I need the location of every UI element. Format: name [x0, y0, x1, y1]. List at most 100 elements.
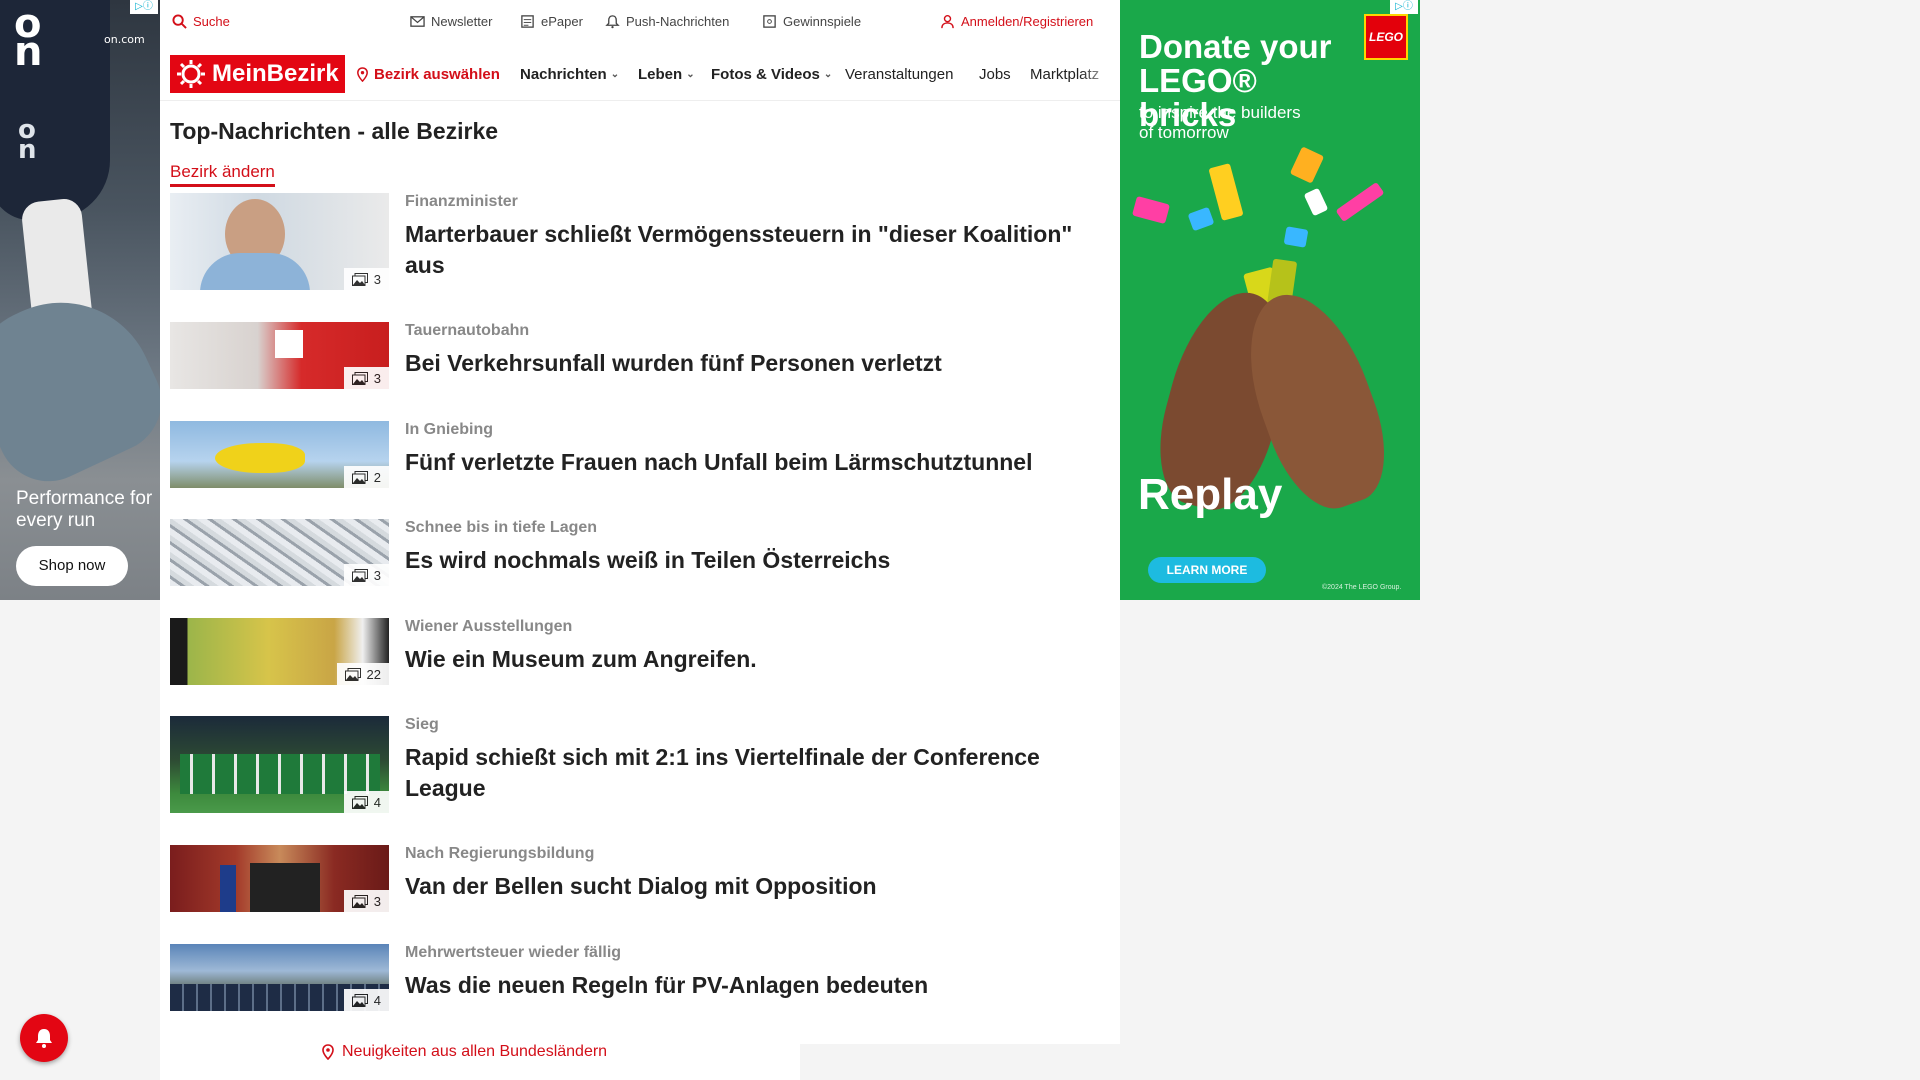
article-item[interactable]: 2 In Gniebing Fünf verletzte Frauen nach…: [170, 421, 1105, 491]
left-ad-banner[interactable]: on on.com on Performance for every run S…: [0, 0, 160, 600]
ad-shop-now-button[interactable]: Shop now: [16, 546, 128, 586]
brick-shape: [1131, 195, 1171, 225]
nav-item-veranstaltungen[interactable]: Veranstaltungen: [845, 66, 953, 83]
search-label: Suche: [193, 14, 230, 29]
photo-count-badge: 22: [336, 663, 389, 685]
page-title: Top-Nachrichten - alle Bezirke: [170, 118, 499, 144]
user-icon: [941, 14, 954, 29]
thumb-redcross-shape: [275, 330, 303, 358]
photo-count-badge: 4: [343, 791, 389, 813]
ad-slogan: Performance for every run: [16, 488, 153, 531]
push-notification-button[interactable]: [20, 1014, 68, 1062]
article-kicker: Finanzminister: [405, 193, 518, 210]
login-label: Anmelden/Registrieren: [961, 14, 1094, 29]
article-item[interactable]: 3 Schnee bis in tiefe Lagen Es wird noch…: [170, 519, 1105, 589]
ad-brand-logo: on: [14, 1, 43, 75]
newsletter-link[interactable]: Newsletter: [410, 14, 492, 29]
chevron-down-icon: ⌄: [610, 69, 620, 80]
article-headline[interactable]: Bei Verkehrsunfall wurden fünf Personen …: [405, 348, 1105, 379]
article-headline[interactable]: Van der Bellen sucht Dialog mit Oppositi…: [405, 871, 1105, 902]
main-nav: MeinBezirk Bezirk auswählen Nachrichten ⌄…: [160, 50, 1120, 101]
push-link[interactable]: Push-Nachrichten: [605, 14, 729, 29]
article-thumbnail[interactable]: 3: [170, 519, 389, 586]
change-bezirk-link[interactable]: Bezirk ändern: [170, 162, 275, 187]
article-headline[interactable]: Rapid schießt sich mit 2:1 ins Viertelfi…: [405, 742, 1105, 804]
photo-count-badge: 4: [343, 989, 389, 1011]
article-thumbnail[interactable]: 3: [170, 845, 389, 912]
adchoices-icon[interactable]: ▷ⓘ: [130, 0, 158, 14]
images-icon: [351, 273, 368, 286]
article-item[interactable]: 4 Sieg Rapid schießt sich mit 2:1 ins Vi…: [170, 716, 1105, 816]
article-kicker: Nach Regierungsbildung: [405, 845, 595, 862]
article-kicker: Wiener Ausstellungen: [405, 618, 573, 635]
article-thumbnail[interactable]: 3: [170, 193, 389, 290]
main-content: Suche Newsletter ePaper Push-Nachrichten…: [160, 0, 1120, 1080]
article-kicker: Schnee bis in tiefe Lagen: [405, 519, 598, 536]
bell-icon: [36, 1029, 52, 1048]
nav-label: Jobs: [979, 66, 1011, 83]
lego-logo: LEGO: [1364, 14, 1408, 60]
article-item[interactable]: 3 Tauernautobahn Bei Verkehrsunfall wurd…: [170, 322, 1105, 392]
chevron-down-icon: ⌄: [823, 69, 833, 80]
top-bar: Suche Newsletter ePaper Push-Nachrichten…: [160, 0, 1120, 46]
all-states-link[interactable]: Neuigkeiten aus allen Bundesländern: [320, 1043, 607, 1061]
images-icon: [351, 471, 368, 484]
article-headline[interactable]: Es wird nochmals weiß in Teilen Österrei…: [405, 545, 1105, 576]
adchoices-icon[interactable]: ▷ⓘ: [1390, 0, 1418, 14]
meinbezirk-logo[interactable]: MeinBezirk: [170, 55, 345, 93]
article-thumbnail[interactable]: 22: [170, 618, 389, 685]
article-kicker: Tauernautobahn: [405, 322, 530, 339]
bezirk-label: Bezirk auswählen: [374, 66, 500, 83]
photo-count-badge: 3: [343, 367, 389, 389]
nav-label: Leben: [638, 66, 683, 83]
right-ad-banner[interactable]: Donate your LEGO® bricks to inspire the …: [1120, 0, 1420, 600]
photo-count-badge: 3: [343, 564, 389, 586]
article-headline[interactable]: Wie ein Museum zum Angreifen.: [405, 644, 1105, 675]
article-thumbnail[interactable]: 2: [170, 421, 389, 488]
article-item[interactable]: 3 Nach Regierungsbildung Van der Bellen …: [170, 845, 1105, 915]
article-headline[interactable]: Fünf verletzte Frauen nach Unfall beim L…: [405, 447, 1105, 478]
login-link[interactable]: Anmelden/Registrieren: [940, 14, 1093, 29]
nav-item-nachrichten[interactable]: Nachrichten ⌄: [520, 66, 619, 83]
photo-count-badge: 3: [343, 890, 389, 912]
brick-shape: [1283, 226, 1309, 248]
gewinnspiele-link[interactable]: Gewinnspiele: [762, 14, 861, 29]
article-thumbnail[interactable]: 4: [170, 716, 389, 813]
images-icon: [351, 569, 368, 582]
nav-item-fotos-videos[interactable]: Fotos & Videos ⌄: [711, 66, 832, 83]
mail-icon: [410, 16, 425, 27]
search-link[interactable]: Suche: [172, 14, 230, 29]
newspaper-icon: [521, 15, 534, 28]
article-headline[interactable]: Marterbauer schließt Vermögenssteuern in…: [405, 219, 1105, 281]
nav-label: Fotos & Videos: [711, 66, 820, 83]
thumb-shirt-shape: [200, 253, 310, 290]
footer-placeholder: [800, 1044, 1120, 1080]
article-thumbnail[interactable]: 3: [170, 322, 389, 389]
ad-site: on.com: [104, 33, 145, 46]
thumb-flag-shape: [220, 865, 236, 912]
images-icon: [344, 668, 361, 681]
nav-item-leben[interactable]: Leben ⌄: [638, 66, 695, 83]
article-headline[interactable]: Was die neuen Regeln für PV-Anlagen bede…: [405, 970, 1105, 1001]
article-item[interactable]: 22 Wiener Ausstellungen Wie ein Museum z…: [170, 618, 1105, 688]
all-states-label: Neuigkeiten aus allen Bundesländern: [342, 1043, 608, 1060]
ad-replay-logo: Replay: [1138, 470, 1283, 519]
ad-subline: to inspire the builders of tomorrow: [1139, 103, 1301, 142]
images-icon: [351, 994, 368, 1007]
logo-sun-icon: [177, 60, 205, 88]
bezirk-select[interactable]: Bezirk auswählen: [355, 66, 500, 83]
nav-item-jobs[interactable]: Jobs: [979, 66, 1011, 83]
article-thumbnail[interactable]: 4: [170, 944, 389, 1011]
article-item[interactable]: 4 Mehrwertsteuer wieder fällig Was die n…: [170, 944, 1105, 1014]
gift-icon: [763, 15, 776, 28]
newsletter-label: Newsletter: [431, 14, 493, 29]
ad-copyright: ©2024 The LEGO Group.: [1322, 584, 1402, 591]
images-icon: [351, 372, 368, 385]
epaper-link[interactable]: ePaper: [520, 14, 583, 29]
nav-label: Nachrichten: [520, 66, 607, 83]
search-icon: [172, 14, 187, 29]
ad-learn-more-button[interactable]: LEARN MORE: [1148, 557, 1266, 583]
chevron-down-icon: ⌄: [686, 69, 695, 80]
thumb-helicopter-shape: [215, 443, 305, 473]
article-item[interactable]: 3 Finanzminister Marterbauer schließt Ve…: [170, 193, 1105, 293]
